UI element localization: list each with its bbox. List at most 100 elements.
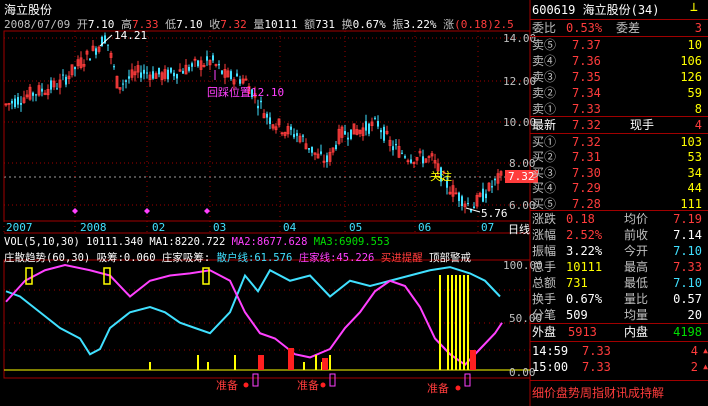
candle-body [410, 159, 412, 163]
candle-body [41, 88, 43, 92]
candle-body [374, 117, 376, 119]
ma3-value: MA3:6909.553 [313, 236, 390, 248]
period-label[interactable]: 日线 [508, 221, 530, 237]
zhuangjia-xichou: 庄家吸筹: [161, 252, 211, 264]
candle-body [482, 188, 484, 202]
quote-6: 额731 [304, 18, 342, 31]
stat-cell-1-2: 前收 [624, 228, 649, 242]
candle-body [260, 100, 262, 103]
candle-body [296, 133, 298, 136]
candle-body [206, 56, 208, 61]
vol-value: VOL(5,10,30) 10111.340 [4, 236, 144, 248]
quote-label-5: 量 [253, 18, 265, 31]
sell-row-4-label: 卖④ [532, 54, 557, 68]
buy-row-1-label: 买① [532, 135, 557, 149]
candle-body [191, 63, 193, 67]
stat-cell-4-2: 最低 [624, 276, 649, 290]
up-arrow-icon: ▲ [703, 346, 708, 355]
sell-row-3[interactable]: 卖③ 7.35 126 [532, 69, 708, 85]
ma1-value: MA1:8220.722 [149, 236, 226, 248]
buy-signal-bar [322, 358, 328, 370]
buy-row-2-price: 7.31 [572, 150, 601, 165]
stat-cell-0-0: 涨跌 [532, 212, 557, 226]
buy-row-5-label: 买⑤ [532, 196, 557, 211]
candle-body [335, 144, 337, 150]
buy-row-4[interactable]: 买④ 7.29 44 [532, 180, 708, 196]
sell-row-2[interactable]: 卖② 7.34 59 [532, 85, 708, 101]
ma2-value: MA2:8677.628 [231, 236, 308, 248]
buy-row-1[interactable]: 买① 7.32 103 [532, 134, 708, 150]
tick-cell-0-0: 14:59 [532, 344, 569, 358]
quote-value-8: 3.22% [403, 18, 444, 31]
quote-label-0: 2008/07/09 [4, 18, 71, 31]
quote-value-6: 731 [315, 18, 342, 31]
sell-row-4-volume: 106 [680, 54, 702, 68]
prepare-box [252, 373, 259, 387]
stat-cell-2-2: 今开 [624, 244, 649, 258]
candle-body [491, 186, 493, 188]
stat-cell-3-3: 7.33 [673, 260, 702, 274]
stat-cell-0-1: 0.18 [566, 212, 595, 226]
low-label: 5.76 [481, 207, 508, 220]
tick-cell-0-1: 7.33 [582, 344, 611, 358]
candle-body [158, 67, 160, 75]
stat-row-5: 换手 0.67% 量比 0.57 [532, 291, 708, 307]
prepare-label-1: 准备 [216, 379, 238, 392]
quote-value-3: 7.10 [176, 18, 210, 31]
up-arrow-icon: ▲ [703, 362, 708, 371]
candle-body [326, 155, 328, 162]
candle-body [473, 206, 475, 209]
candle-body [128, 76, 130, 79]
candle-body [404, 156, 406, 158]
stat-cell-3-1: 10111 [566, 260, 603, 274]
quote-line: 2008/07/09 开7.10 高7.33 低7.10 收7.32 量1011… [4, 16, 514, 32]
candle-body [56, 88, 58, 90]
pin-icon[interactable]: ⊥ [690, 0, 698, 15]
sell-row-5-price: 7.37 [572, 38, 601, 52]
candle-body [167, 69, 169, 80]
candle-body [230, 71, 232, 80]
top-warn: 顶部警戒 [429, 252, 472, 264]
stat-cell-0-3: 7.19 [673, 212, 702, 226]
quote-label-8: 振 [392, 18, 404, 31]
event-diamond-2 [204, 208, 210, 214]
buy-row-3[interactable]: 买③ 7.30 34 [532, 165, 708, 181]
sell-row-1-label: 卖① [532, 102, 557, 116]
candle-body [35, 94, 37, 96]
candle-body [146, 72, 148, 74]
prepare-label-2: 准备 [297, 379, 319, 392]
tick-row-0: 14:59 7.33 4 ▲ [532, 343, 708, 359]
stat-cell-2-3: 7.10 [673, 244, 702, 258]
stat-cell-4-1: 731 [566, 276, 588, 290]
candle-body [65, 76, 67, 85]
sell-row-4[interactable]: 卖④ 7.36 106 [532, 53, 708, 69]
buy-row-2[interactable]: 买② 7.31 53 [532, 149, 708, 165]
buy-row-2-label: 买② [532, 150, 557, 165]
footer-tabs[interactable]: 细价盘势周指财讯成持解 [532, 384, 664, 401]
sell-row-1[interactable]: 卖① 7.33 8 [532, 101, 708, 117]
quote-value-5: 10111 [264, 18, 305, 31]
quote-3: 低7.10 [165, 18, 209, 31]
event-diamond-1 [144, 208, 150, 214]
candle-body [176, 74, 178, 79]
top-warn-box [25, 267, 33, 285]
candle-body [290, 126, 292, 130]
candle-body [266, 113, 268, 118]
sell-row-5[interactable]: 卖⑤ 7.37 10 [532, 37, 708, 53]
stat-row-0: 涨跌 0.18 均价 7.19 [532, 211, 708, 227]
buy-row-2-volume: 53 [687, 150, 702, 165]
candle-body [11, 100, 13, 104]
buy-row-3-label: 买③ [532, 165, 557, 180]
quote-4: 收7.32 [209, 18, 253, 31]
volume-legend: VOL(5,10,30) 10111.340 MA1:8220.722 MA2:… [4, 236, 390, 248]
stat-cell-1-0: 涨幅 [532, 228, 557, 242]
buy-row-4-price: 7.29 [572, 181, 601, 196]
date-label-1: 2008 [80, 221, 107, 234]
buy-row-3-price: 7.30 [572, 165, 601, 180]
candle-body [365, 121, 367, 131]
zhuangjia-value: 庄家线:45.226 [298, 252, 375, 264]
quote-0: 2008/07/09 [4, 18, 77, 31]
candle-body [152, 71, 154, 79]
stat-cell-6-0: 分笔 [532, 308, 557, 322]
candle-body [221, 70, 223, 74]
